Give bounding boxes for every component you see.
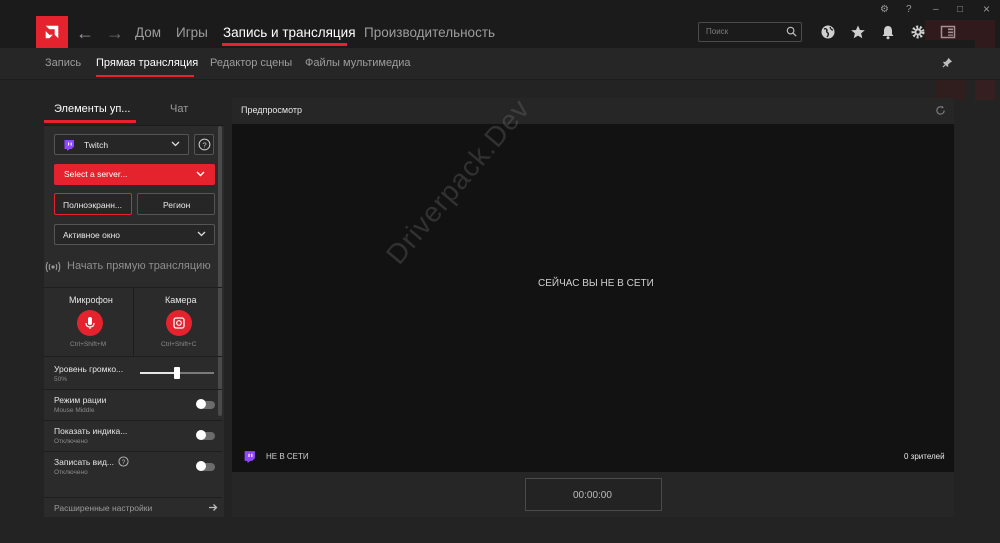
chevron-down-icon <box>197 231 206 237</box>
preview-title: Предпросмотр <box>241 105 303 115</box>
volume-slider-track[interactable] <box>140 367 214 379</box>
back-button[interactable]: ← <box>76 24 94 42</box>
tab-scene-editor[interactable]: Редактор сцены <box>210 57 292 69</box>
toggle-knob <box>196 399 206 409</box>
preview-header: Предпросмотр <box>232 98 954 124</box>
bug-report-icon[interactable]: ⚙ <box>880 4 889 15</box>
star-icon[interactable] <box>850 24 866 40</box>
microphone-icon <box>85 317 95 329</box>
fullscreen-capture-button[interactable]: Полноэкранн... <box>54 193 132 215</box>
capture-window-label: Активное окно <box>63 230 121 240</box>
gear-icon[interactable] <box>910 24 926 40</box>
push-to-talk-label: Режим рации <box>54 395 107 405</box>
nav-item-home[interactable]: Дом <box>135 25 161 40</box>
left-tab-active-indicator <box>44 120 136 123</box>
minimize-button[interactable]: – <box>933 4 939 15</box>
fullscreen-label: Полноэкранн... <box>63 200 123 210</box>
push-to-talk-key: Mouse Middle <box>54 407 95 414</box>
broadcast-icon <box>45 261 61 273</box>
show-indicator-label: Показать индика... <box>54 426 128 436</box>
help-glyph: ? <box>122 459 126 466</box>
tab-stream-controls[interactable]: Элементы уп... <box>54 103 130 115</box>
show-indicator-status: Отключено <box>54 438 88 445</box>
search-input[interactable]: Поиск <box>698 22 802 42</box>
server-placeholder: Select a server... <box>64 169 128 179</box>
close-button[interactable]: × <box>983 2 990 16</box>
search-placeholder: Поиск <box>706 27 729 36</box>
show-indicator-toggle[interactable] <box>196 430 215 440</box>
tab-live-stream[interactable]: Прямая трансляция <box>96 57 198 69</box>
microphone-label: Микрофон <box>69 295 113 305</box>
platform-help-button[interactable]: ? <box>194 134 214 155</box>
record-video-status: Отключено <box>54 469 88 476</box>
bell-icon[interactable] <box>880 24 896 40</box>
stream-timer-value: 00:00:00 <box>573 490 612 501</box>
divider <box>44 389 222 390</box>
refresh-icon[interactable] <box>935 105 946 116</box>
stream-preview-area: СЕЙЧАС ВЫ НЕ В СЕТИ НЕ В СЕТИ 0 зрителей <box>232 124 954 472</box>
nav-active-indicator <box>222 43 347 46</box>
toggle-knob <box>196 430 206 440</box>
record-video-toggle[interactable] <box>196 461 215 471</box>
camera-hotkey: Ctrl+Shift+C <box>161 341 197 348</box>
microphone-toggle-button[interactable] <box>77 310 103 336</box>
divider <box>44 420 222 421</box>
volume-slider-handle[interactable] <box>174 367 180 379</box>
pin-icon[interactable] <box>942 57 953 68</box>
tab-record[interactable]: Запись <box>45 57 81 69</box>
divider <box>133 288 134 356</box>
viewer-count: 0 зрителей <box>904 452 945 461</box>
volume-label: Уровень громко... <box>54 364 124 374</box>
offline-message: СЕЙЧАС ВЫ НЕ В СЕТИ <box>538 278 654 289</box>
capture-window-dropdown[interactable]: Активное окно <box>54 224 215 245</box>
globe-icon[interactable] <box>820 24 836 40</box>
stream-timer: 00:00:00 <box>525 478 662 511</box>
platform-label: Twitch <box>84 140 109 150</box>
advanced-settings-label: Расширенные настройки <box>54 503 153 513</box>
amd-logo[interactable] <box>36 16 68 48</box>
stream-status: НЕ В СЕТИ <box>266 452 309 461</box>
server-dropdown[interactable]: Select a server... <box>54 164 215 185</box>
region-capture-button[interactable]: Регион <box>137 193 215 215</box>
start-stream-label: Начать прямую трансляцию <box>67 260 211 272</box>
volume-value: 50% <box>54 376 68 383</box>
arrow-right-icon <box>209 504 218 511</box>
tab-media-files[interactable]: Файлы мультимедиа <box>305 57 411 69</box>
nav-item-record-stream[interactable]: Запись и трансляция <box>223 25 356 40</box>
divider <box>44 356 222 357</box>
subnav-active-indicator <box>96 75 194 77</box>
advanced-settings-link[interactable]: Расширенные настройки <box>44 497 222 517</box>
toggle-knob <box>196 461 206 471</box>
forward-button[interactable]: → <box>106 24 124 42</box>
help-glyph: ? <box>202 140 206 149</box>
help-circle-icon[interactable]: ? <box>906 4 912 15</box>
microphone-hotkey: Ctrl+Shift+M <box>70 341 107 348</box>
platform-dropdown[interactable]: Twitch <box>54 134 189 155</box>
amd-logo-icon <box>45 25 59 39</box>
volume-slider-fill <box>140 372 177 374</box>
camera-toggle-button[interactable] <box>166 310 192 336</box>
nav-item-games[interactable]: Игры <box>176 25 208 40</box>
tab-chat[interactable]: Чат <box>170 103 188 115</box>
twitch-icon <box>64 140 74 151</box>
help-circle-icon[interactable]: ? <box>118 456 129 467</box>
start-stream-button[interactable]: Начать прямую трансляцию <box>44 255 222 279</box>
nav-item-performance[interactable]: Производительность <box>364 25 495 40</box>
push-to-talk-toggle[interactable] <box>196 399 215 409</box>
maximize-button[interactable]: □ <box>957 4 963 15</box>
camera-icon <box>173 317 185 329</box>
chevron-down-icon <box>171 141 180 147</box>
search-icon[interactable] <box>786 26 797 37</box>
twitch-icon <box>244 451 255 463</box>
divider <box>44 451 222 452</box>
help-circle-icon: ? <box>198 138 211 151</box>
camera-label: Камера <box>165 295 197 305</box>
chevron-down-icon <box>196 171 205 177</box>
region-label: Регион <box>163 200 191 210</box>
record-video-label: Записать вид... <box>54 457 114 467</box>
